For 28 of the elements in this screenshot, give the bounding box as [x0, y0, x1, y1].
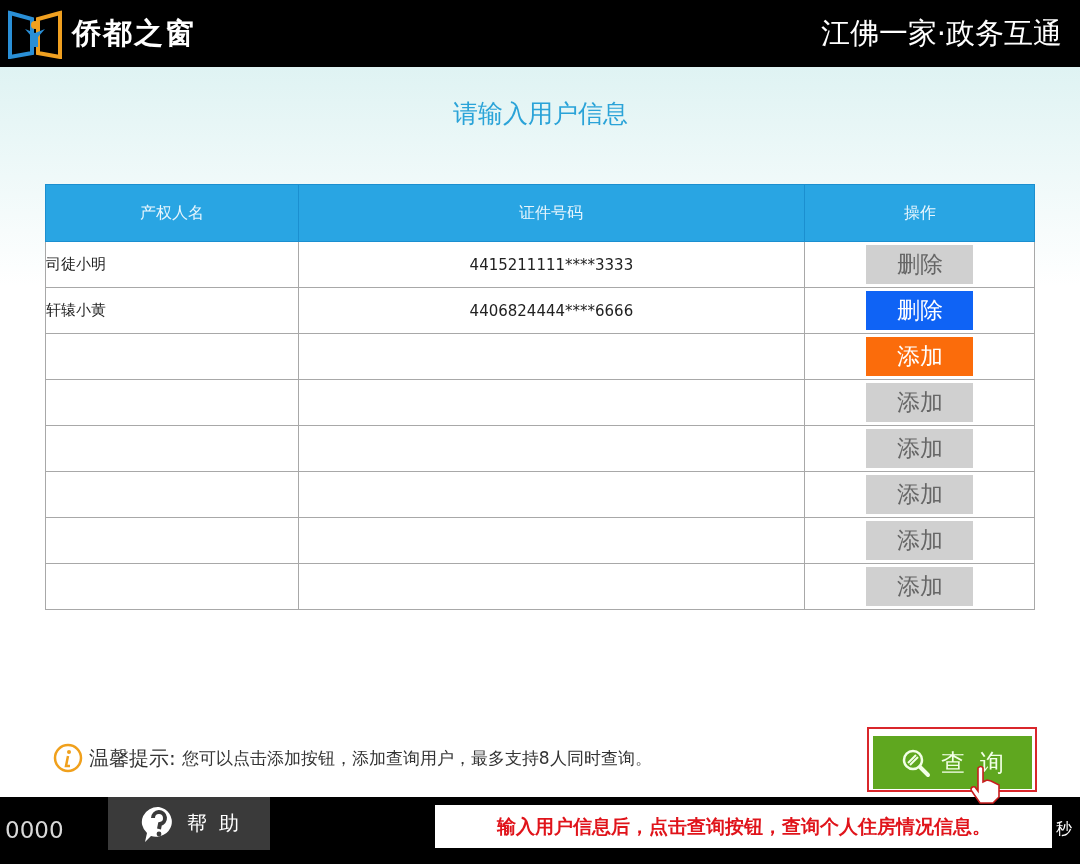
- add-button[interactable]: 添加: [866, 475, 974, 514]
- callout-note: 输入用户信息后，点击查询按钮，查询个人住房情况信息。: [435, 805, 1052, 848]
- add-button[interactable]: 添加: [866, 567, 974, 606]
- logo-icon: [8, 8, 62, 59]
- table-cell: 司徒小明: [45, 241, 299, 288]
- tip-text: 您可以点击添加按钮，添加查询用户，最多支持8人同时查询。: [181, 746, 652, 770]
- column-header: 产权人名: [45, 184, 299, 242]
- column-header: 证件号码: [298, 184, 805, 242]
- seconds-label: 秒: [1056, 819, 1072, 840]
- delete-button[interactable]: 删除: [866, 291, 974, 330]
- column-header: 操作: [804, 184, 1035, 242]
- add-button[interactable]: 添加: [866, 383, 974, 422]
- help-button[interactable]: 帮 助: [108, 797, 270, 850]
- logo-text: 侨都之窗: [72, 14, 196, 52]
- table-cell: 4406824444****6666: [298, 287, 805, 334]
- slogan: 江佛一家·政务互通: [820, 14, 1062, 52]
- search-button[interactable]: 查 询: [873, 736, 1032, 789]
- table-cell: 4415211111****3333: [298, 241, 805, 288]
- tip-label: 温馨提示:: [89, 744, 176, 772]
- table-cell: 轩辕小黄: [45, 287, 299, 334]
- add-button[interactable]: 添加: [866, 429, 974, 468]
- add-button[interactable]: 添加: [866, 337, 974, 376]
- delete-button[interactable]: 删除: [866, 245, 974, 284]
- add-button[interactable]: 添加: [866, 521, 974, 560]
- search-icon: [900, 747, 931, 778]
- info-icon: [53, 743, 83, 773]
- page-title: 请输入用户信息: [452, 98, 628, 130]
- counter: 0000: [5, 817, 65, 843]
